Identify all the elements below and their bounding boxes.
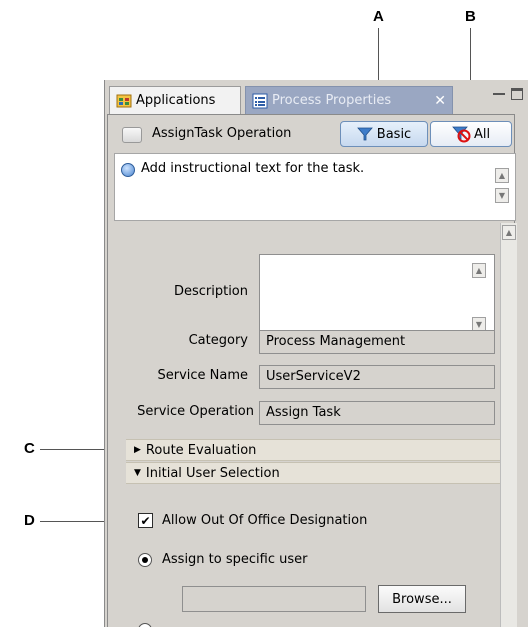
filter-icon [356,127,373,141]
section-route-evaluation-label: Route Evaluation [145,442,257,458]
all-filter-label: All [473,126,491,142]
all-filter-button[interactable]: All [430,121,512,147]
form-scroll-up[interactable]: ▲ [502,225,516,240]
service-operation-label: Service Operation [137,404,254,419]
next-option-radio[interactable] [138,623,152,627]
form-scrollbar[interactable]: ▲ [500,223,517,627]
browse-button-label: Browse... [392,591,452,607]
close-icon[interactable]: ✕ [434,93,446,109]
assign-specific-user-radio[interactable] [138,553,152,567]
section-initial-user-selection-label: Initial User Selection [145,465,280,481]
properties-content: AssignTask Operation Basic All Add instr… [107,114,517,627]
callout-b: B [465,8,476,25]
callout-d: D [24,512,35,529]
description-input[interactable]: ▲ ▼ [259,254,495,338]
section-route-evaluation[interactable]: ▶ Route Evaluation [126,439,500,461]
maximize-icon[interactable] [511,88,523,100]
tab-applications-label: Applications [136,93,216,108]
instruction-area: Add instructional text for the task. ▲ ▼ [114,153,516,221]
collapsed-triangle-icon: ▶ [134,445,141,455]
properties-panel: Applications Process Properties ✕ Assign… [104,80,528,627]
callout-c: C [24,440,35,457]
tab-process-properties[interactable]: Process Properties ✕ [245,86,453,114]
instruction-scroll-down[interactable]: ▼ [495,188,509,203]
service-name-field: UserServiceV2 [259,365,495,389]
window-controls [493,88,523,100]
allow-out-of-office-label: Allow Out Of Office Designation [162,513,368,528]
callout-a: A [373,8,384,25]
instruction-text: Add instructional text for the task. [141,161,365,176]
tab-process-properties-label: Process Properties [272,93,392,108]
browse-button[interactable]: Browse... [378,585,466,613]
category-label: Category [188,333,248,348]
properties-icon [252,93,268,108]
tab-applications[interactable]: Applications [109,86,241,114]
operation-title: AssignTask Operation [152,126,292,141]
minimize-icon[interactable] [493,93,505,95]
allow-out-of-office-checkbox[interactable]: ✔ [138,513,153,528]
service-operation-field: Assign Task [259,401,495,425]
applications-icon [116,94,132,107]
operation-icon [122,127,142,143]
category-field: Process Management [259,330,495,354]
no-filter-icon [452,126,471,143]
description-label: Description [173,284,248,299]
section-initial-user-selection[interactable]: ▼ Initial User Selection [126,462,500,484]
properties-content-inner: AssignTask Operation Basic All Add instr… [108,115,517,627]
instruction-scroll-up[interactable]: ▲ [495,168,509,183]
service-name-label: Service Name [157,368,248,383]
expanded-triangle-icon: ▼ [134,468,141,478]
specific-user-input[interactable] [182,586,366,612]
basic-filter-label: Basic [376,126,412,142]
basic-filter-button[interactable]: Basic [340,121,428,147]
assign-specific-user-label: Assign to specific user [162,552,308,567]
info-icon [121,163,135,177]
description-scroll-up[interactable]: ▲ [472,263,486,278]
radio-selected-dot [142,557,148,563]
